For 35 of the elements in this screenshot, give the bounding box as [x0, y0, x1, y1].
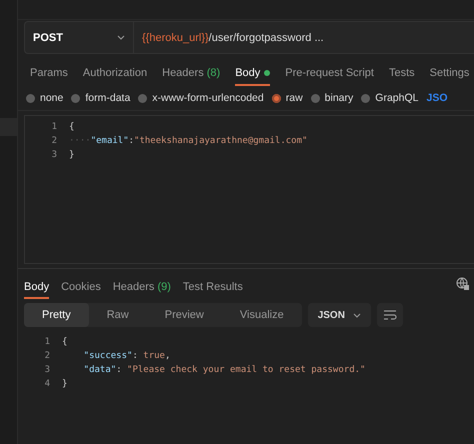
code-line: 2 "success": true,: [44, 350, 172, 363]
view-mode-tab[interactable]: Visualize: [222, 303, 302, 327]
code-line: 2 ····"email":"theekshanajayarathne@gmail.com": [50, 135, 308, 148]
code-line: 1 {: [44, 336, 68, 349]
request-tab[interactable]: Tests: [388, 62, 415, 86]
request-tab[interactable]: Settings: [430, 62, 470, 86]
view-mode-tab[interactable]: Raw: [88, 303, 147, 327]
globe-icon[interactable]: [456, 277, 470, 291]
request-tab[interactable]: Params: [30, 62, 68, 86]
format-dropdown[interactable]: JSO: [426, 92, 448, 104]
view-mode-tab[interactable]: Preview: [146, 303, 222, 327]
code-line: 4 }: [44, 378, 68, 391]
request-tab[interactable]: Pre-request Script: [285, 62, 374, 86]
response-tab[interactable]: Cookies: [61, 277, 101, 299]
format-dropdown[interactable]: JSON: [308, 303, 371, 327]
request-tab[interactable]: Authorization: [82, 62, 148, 86]
wrap-lines-icon: [382, 309, 397, 321]
body-type-radio[interactable]: none: [26, 92, 64, 104]
body-type-radio[interactable]: form-data: [71, 92, 130, 104]
body-type-radio[interactable]: x-www-form-urlencoded: [138, 92, 264, 104]
code-line: 3 }: [50, 149, 76, 162]
request-tab[interactable]: Headers (8): [162, 62, 220, 86]
body-type-radio[interactable]: binary: [310, 92, 354, 104]
wrap-lines-button[interactable]: [376, 303, 403, 327]
request-tab[interactable]: Body: [235, 62, 270, 86]
response-tab[interactable]: Test Results: [182, 277, 243, 299]
response-tab[interactable]: Body: [24, 277, 50, 299]
code-line: 3 "data": "Please check your email to reset password.": [44, 364, 366, 377]
body-type-radio[interactable]: raw: [272, 92, 303, 104]
view-mode-tab[interactable]: Pretty: [24, 303, 89, 327]
request-body-editor[interactable]: 1 { 2 ····"email":"theekshanajayarathne@gmail.com" 3 }: [24, 115, 474, 264]
response-tab[interactable]: Headers (9): [112, 277, 171, 299]
caret-icon: [352, 312, 361, 318]
code-line: 1 {: [50, 121, 76, 134]
body-type-radio[interactable]: GraphQL: [361, 92, 418, 104]
